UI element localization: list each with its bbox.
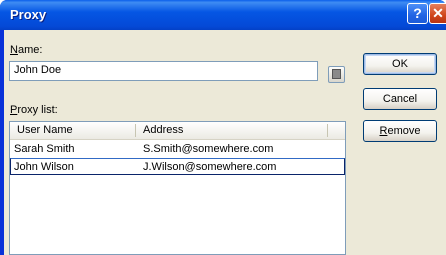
help-icon: ? [413,5,422,21]
proxy-dialog: Proxy ? ✕ Name: John Doe Proxy list: Use… [0,0,446,255]
column-header-user-name[interactable]: User Name [17,122,73,139]
remove-button[interactable]: Remove [363,120,437,142]
name-label: Name: [10,44,43,56]
name-input[interactable]: John Doe [9,61,318,81]
proxy-list-label: Proxy list: [10,104,58,116]
proxy-list[interactable]: User Name Address Sarah Smith S.Smith@so… [9,121,346,255]
cell-user-name: John Wilson [14,161,74,173]
cell-address: J.Wilson@somewhere.com [143,161,277,173]
window-title: Proxy [10,7,47,22]
list-header: User Name Address [10,122,345,140]
close-button[interactable]: ✕ [429,3,446,24]
cell-user-name: Sarah Smith [14,143,75,155]
address-book-button[interactable] [328,66,345,83]
ok-button[interactable]: OK [363,53,437,75]
column-header-address[interactable]: Address [143,122,183,139]
title-bar[interactable]: Proxy ? ✕ [0,0,446,30]
table-row[interactable]: Sarah Smith S.Smith@somewhere.com [10,141,345,158]
help-button[interactable]: ? [407,3,428,24]
cell-address: S.Smith@somewhere.com [143,143,274,155]
close-icon: ✕ [432,5,444,21]
column-divider[interactable] [135,124,136,137]
cancel-button[interactable]: Cancel [363,88,437,110]
dialog-client-area: Name: John Doe Proxy list: User Name Add… [4,30,446,255]
column-divider[interactable] [327,124,328,137]
table-row[interactable]: John Wilson J.Wilson@somewhere.com [10,158,345,175]
